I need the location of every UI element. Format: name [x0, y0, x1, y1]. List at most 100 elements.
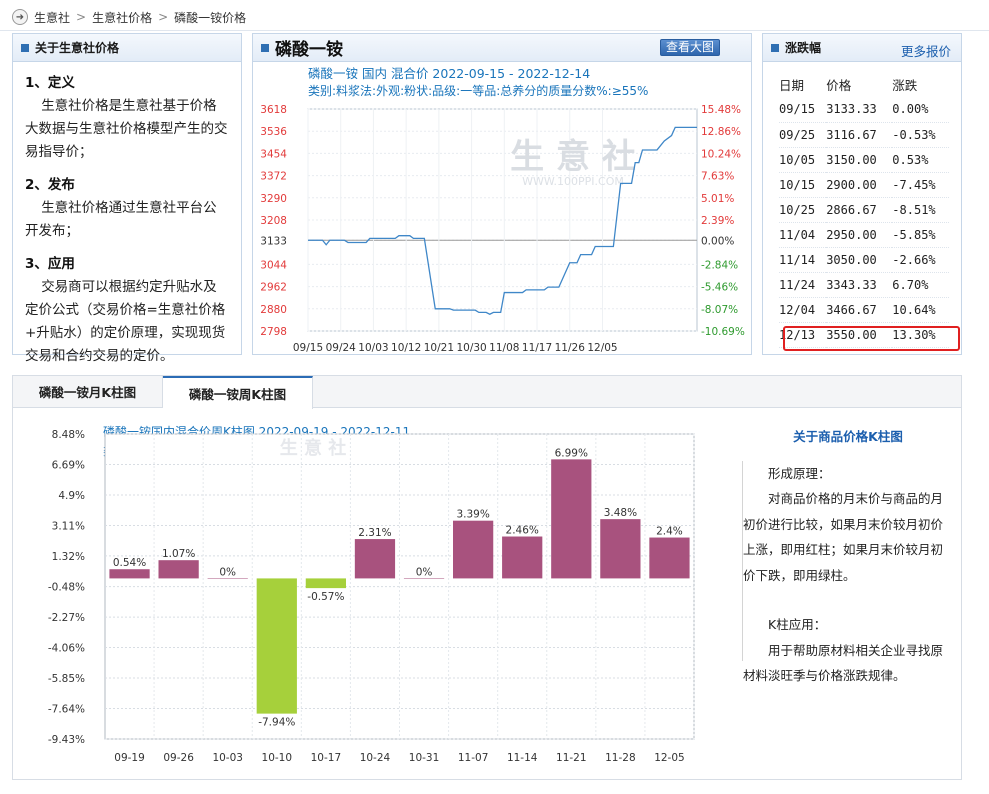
explanation-principle-heading: 形成原理：	[768, 465, 831, 481]
line-y-tick-right: 2.39%	[701, 215, 734, 227]
row-date: 11/04	[779, 222, 827, 248]
line-y-tick-left: 3372	[260, 171, 287, 183]
bar-x-tick: 10-10	[262, 752, 293, 764]
bar-value-label: 1.07%	[162, 548, 195, 560]
bar-x-tick: 09-26	[163, 752, 194, 764]
bar-value-label: -7.94%	[258, 717, 295, 729]
price-line-chart: 磷酸一铵 国内 混合价 2022-09-15 - 2022-12-14 类别:料浆…	[260, 66, 745, 354]
breadcrumb-item-home[interactable]: 生意社	[34, 9, 70, 26]
bar-week-10-10	[256, 578, 297, 714]
bar-x-tick: 11-21	[556, 752, 587, 764]
row-change: -8.51%	[892, 197, 949, 223]
col-price: 价格	[826, 78, 852, 93]
more-quotes-link[interactable]: 更多报价	[901, 41, 951, 60]
change-table-row: 10/15 2900.00 -7.45%	[779, 172, 949, 198]
watermark-url: WWW.100PPI.COM	[522, 175, 624, 188]
row-price: 3050.00	[826, 247, 893, 273]
change-table-row: 12/04 3466.67 10.64%	[779, 297, 949, 323]
row-change: 6.70%	[892, 272, 949, 298]
row-change: 0.00%	[892, 97, 949, 123]
bar-x-tick: 10-31	[409, 752, 440, 764]
row-change: -7.45%	[892, 172, 949, 198]
line-x-tick: 11/17	[522, 342, 552, 354]
bar-value-label: 0%	[416, 566, 433, 578]
change-table-row: 09/15 3133.33 0.00%	[779, 97, 949, 123]
line-x-tick: 10/30	[456, 342, 486, 354]
change-table-row: 10/25 2866.67 -8.51%	[779, 197, 949, 223]
highlight-annotation-box	[783, 326, 960, 351]
view-large-chart-button[interactable]: 查看大图	[659, 39, 720, 56]
row-date: 11/24	[779, 272, 827, 298]
bar-y-tick: -4.06%	[48, 643, 85, 655]
about-panel-title: 关于生意社价格	[35, 41, 120, 55]
row-price: 2866.67	[826, 197, 893, 223]
line-y-tick-left: 3044	[260, 259, 287, 271]
row-date: 10/25	[779, 197, 827, 223]
row-price: 3133.33	[826, 97, 893, 123]
row-change: -0.53%	[892, 122, 949, 148]
bar-y-tick: 6.69%	[52, 459, 85, 471]
row-price: 3466.67	[826, 297, 893, 323]
row-date: 09/15	[779, 97, 827, 123]
line-y-tick-left: 3208	[260, 215, 287, 227]
bar-value-label: 3.48%	[604, 507, 637, 519]
bar-x-tick: 09-19	[114, 752, 145, 764]
col-change: 涨跌	[892, 78, 918, 93]
line-y-tick-right: 0.00%	[701, 235, 734, 247]
line-chart-title: 磷酸一铵 国内 混合价 2022-09-15 - 2022-12-14	[308, 66, 590, 81]
row-date: 12/04	[779, 297, 827, 323]
bar-week-11-21	[551, 459, 592, 579]
about-heading-definition: 1、定义	[25, 75, 75, 91]
line-y-tick-left: 2962	[260, 282, 287, 294]
bar-week-10-24	[354, 539, 396, 579]
row-price: 3116.67	[826, 122, 893, 148]
bar-y-tick: 1.32%	[52, 551, 85, 563]
change-table-row: 11/14 3050.00 -2.66%	[779, 247, 949, 273]
arrow-right-icon: ➜	[12, 9, 28, 25]
tab-monthly-k[interactable]: 磷酸一铵月K柱图	[13, 376, 163, 407]
change-panel-title: 涨跌幅	[785, 41, 822, 55]
price-chart-panel: 磷酸一铵 查看大图 磷酸一铵 国内 混合价 2022-09-15 - 2022-…	[252, 33, 752, 355]
bar-x-tick: 10-17	[311, 752, 342, 764]
bar-x-tick: 10-24	[360, 752, 391, 764]
bar-x-tick: 11-14	[507, 752, 538, 764]
bar-y-tick: -0.48%	[48, 582, 85, 594]
bar-y-tick: -9.43%	[48, 734, 85, 746]
weekly-k-bar-chart: 磷酸一铵国内混合价周K柱图 2022-09-19 - 2022-12-11类别:…	[48, 424, 695, 764]
line-y-tick-left: 3536	[260, 126, 287, 138]
breadcrumb: ➜ 生意社 > 生意社价格 > 磷酸一铵价格	[12, 6, 246, 28]
row-price: 3150.00	[826, 147, 893, 173]
row-date: 11/14	[779, 247, 827, 273]
line-y-tick-left: 3133	[260, 235, 287, 247]
change-table-row: 11/04 2950.00 -5.85%	[779, 222, 949, 248]
tab-weekly-k[interactable]: 磷酸一铵周K柱图	[163, 376, 313, 409]
row-price: 2900.00	[826, 172, 893, 198]
bar-value-label: 2.46%	[506, 525, 539, 537]
line-x-tick: 11/26	[555, 342, 586, 354]
change-table-header: 日期 价格 涨跌	[779, 72, 949, 97]
line-y-tick-right: 12.86%	[701, 126, 741, 138]
breadcrumb-item-price[interactable]: 生意社价格	[92, 9, 152, 26]
line-y-tick-right: -2.84%	[701, 259, 738, 271]
breadcrumb-separator: >	[76, 10, 87, 24]
change-panel: 涨跌幅 更多报价 日期 价格 涨跌 09/15 3133.33 0.00% 09/25…	[762, 33, 962, 355]
square-bullet-icon	[21, 43, 29, 52]
line-y-tick-right: -5.46%	[701, 282, 738, 294]
bar-week-12-05	[649, 537, 690, 579]
change-table-row: 09/25 3116.67 -0.53%	[779, 122, 949, 148]
change-table-row: 11/24 3343.33 6.70%	[779, 272, 949, 298]
watermark-logo: 生 意 社	[510, 137, 636, 177]
line-y-tick-right: 7.63%	[701, 171, 734, 183]
bar-value-label: 0.54%	[113, 557, 146, 569]
about-text-publish: 生意社价格通过生意社平台公开发布；	[25, 200, 217, 239]
line-y-tick-right: -8.07%	[701, 304, 738, 316]
row-date: 10/15	[779, 172, 827, 198]
row-change: -2.66%	[892, 247, 949, 273]
bar-x-tick: 11-28	[605, 752, 636, 764]
explanation-title[interactable]: 关于商品价格K柱图	[743, 424, 953, 450]
about-heading-publish: 2、发布	[25, 177, 75, 193]
square-bullet-icon	[771, 43, 779, 52]
breadcrumb-separator: >	[158, 10, 169, 24]
breadcrumb-item-current: 磷酸一铵价格	[174, 10, 247, 25]
change-table-row: 10/05 3150.00 0.53%	[779, 147, 949, 173]
